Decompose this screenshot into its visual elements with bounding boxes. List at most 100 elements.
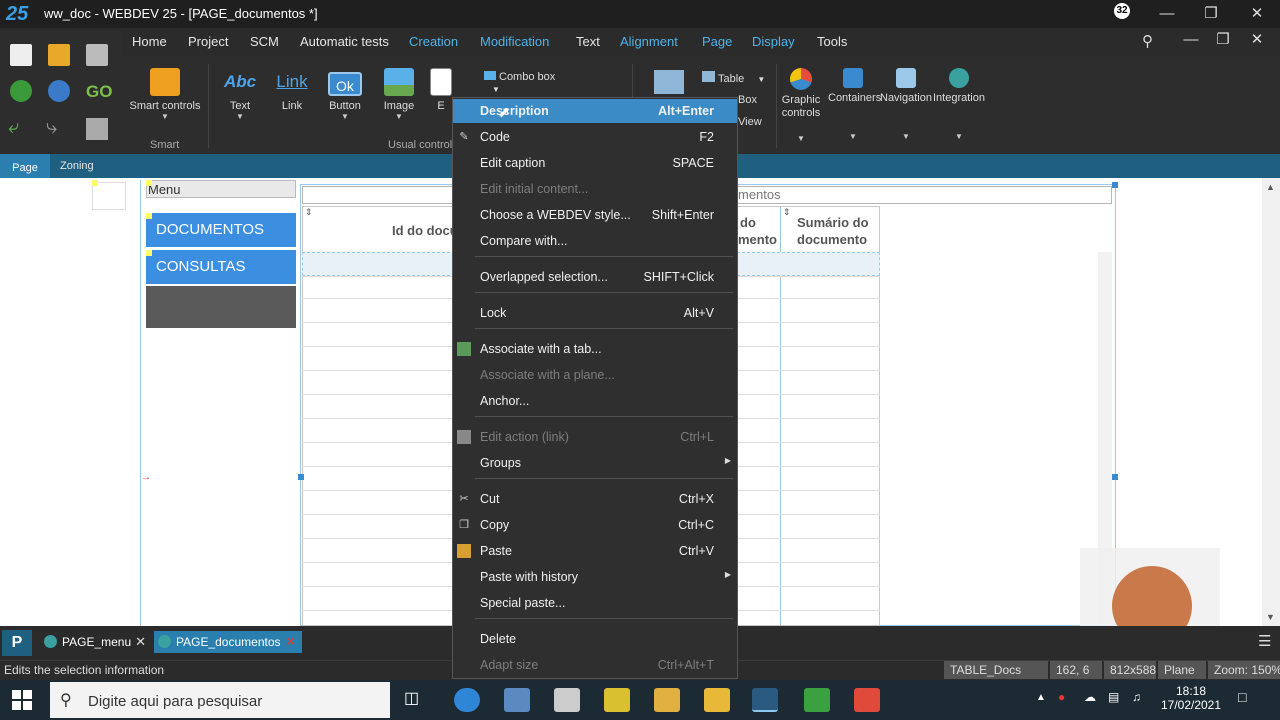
- menu-option-documentos[interactable]: DOCUMENTOS: [146, 213, 296, 247]
- ribbon-close-icon[interactable]: ✕: [1242, 30, 1272, 50]
- tray-network-icon[interactable]: ▤: [1108, 690, 1119, 704]
- button-control-button[interactable]: Ok Button ▼: [322, 68, 368, 121]
- image-placeholder[interactable]: [92, 182, 126, 210]
- menu-creation[interactable]: Creation: [409, 34, 458, 49]
- task-view-icon[interactable]: ◫: [404, 688, 430, 712]
- tray-cloud-icon[interactable]: ☁: [1084, 690, 1096, 704]
- redo-icon[interactable]: ⤷: [46, 116, 57, 139]
- minimize-window-icon[interactable]: —: [1152, 4, 1182, 24]
- green-app-icon[interactable]: [804, 688, 830, 712]
- notification-badge[interactable]: 32: [1114, 3, 1130, 19]
- windows-start-icon[interactable]: [12, 690, 32, 710]
- menu-control-header[interactable]: Menu: [146, 180, 296, 198]
- open-folder-icon[interactable]: [48, 44, 70, 66]
- text-control-button[interactable]: Abc Text ▼: [218, 68, 262, 121]
- ctx-edit-initial-content[interactable]: Edit initial content...: [453, 177, 737, 201]
- undo-icon[interactable]: ⤶: [8, 116, 19, 139]
- table-button[interactable]: Table ▼: [702, 71, 765, 85]
- link-control-button[interactable]: Link Link: [270, 68, 314, 112]
- go-icon[interactable]: GO: [86, 82, 112, 102]
- ctx-groups[interactable]: Groups ▶: [453, 451, 737, 475]
- ctx-overlapped-selection[interactable]: Overlapped selection... SHIFT+Click: [453, 265, 737, 289]
- menu-display[interactable]: Display: [752, 34, 795, 49]
- menu-project[interactable]: Project: [188, 34, 228, 49]
- tab-zoning[interactable]: Zoning: [60, 160, 94, 172]
- combo-box-button[interactable]: Combo box ▼: [484, 71, 574, 94]
- project-icon[interactable]: [10, 80, 32, 102]
- image-control-button[interactable]: Image ▼: [376, 68, 422, 121]
- smart-controls-button[interactable]: Smart controls ▼: [128, 68, 202, 121]
- column-header-id[interactable]: Id do docu: [392, 222, 458, 239]
- red-app-icon[interactable]: [854, 688, 880, 712]
- graphic-controls-button[interactable]: Graphic controls ▼: [778, 68, 824, 143]
- menu-automatic-tests[interactable]: Automatic tests: [300, 34, 389, 49]
- search-icon[interactable]: ⚲: [1142, 32, 1153, 50]
- doc-tab-page-documentos[interactable]: PAGE_documentos ✕: [154, 631, 302, 653]
- go-site-icon[interactable]: [48, 80, 70, 102]
- ctx-delete[interactable]: Delete: [453, 627, 737, 651]
- navigation-button[interactable]: Navigation ▼: [880, 68, 932, 141]
- doc-tab-page-menu[interactable]: PAGE_menu ✕: [40, 631, 152, 653]
- ctx-lock[interactable]: Lock Alt+V: [453, 301, 737, 325]
- containers-button[interactable]: Containers ▼: [828, 68, 881, 141]
- ctx-edit-caption[interactable]: Edit caption SPACE: [453, 151, 737, 175]
- tray-volume-icon[interactable]: ♫: [1132, 690, 1141, 704]
- taskbar-clock[interactable]: 18:18 17/02/2021: [1160, 684, 1222, 712]
- menu-scm[interactable]: SCM: [250, 34, 279, 49]
- resize-handle[interactable]: [1112, 182, 1118, 188]
- column-header-summary-1[interactable]: Sumário do: [797, 214, 869, 231]
- ctx-paste-with-history[interactable]: Paste with history ▶: [453, 565, 737, 589]
- view-button[interactable]: View: [738, 116, 762, 128]
- restore-window-icon[interactable]: ❐: [1196, 4, 1226, 24]
- ctx-code[interactable]: ✎ Code F2: [453, 125, 737, 149]
- box-button[interactable]: Box: [738, 94, 757, 106]
- ctx-special-paste[interactable]: Special paste...: [453, 591, 737, 615]
- menu-alignment[interactable]: Alignment: [620, 34, 678, 49]
- notification-center-icon[interactable]: □: [1238, 689, 1246, 705]
- column-header-summary-2[interactable]: documento: [797, 231, 867, 248]
- column-header-partial-2[interactable]: mento: [738, 231, 777, 248]
- new-file-icon[interactable]: [10, 44, 32, 66]
- app-icon[interactable]: [554, 688, 580, 712]
- menu-home[interactable]: Home: [132, 34, 167, 49]
- close-tab-icon[interactable]: ✕: [285, 631, 296, 653]
- scroll-up-icon[interactable]: ▲: [1266, 182, 1275, 192]
- ctx-compare-with[interactable]: Compare with...: [453, 229, 737, 253]
- move-handle-icon[interactable]: ⇕: [305, 207, 313, 218]
- edge-browser-icon[interactable]: [454, 688, 480, 712]
- resize-handle[interactable]: [1112, 474, 1118, 480]
- ctx-choose-style[interactable]: Choose a WEBDEV style... Shift+Enter: [453, 203, 737, 227]
- ctx-cut[interactable]: ✂ Cut Ctrl+X: [453, 487, 737, 511]
- move-handle-icon[interactable]: ⇕: [783, 207, 791, 218]
- ctx-associate-tab[interactable]: Associate with a tab...: [453, 337, 737, 361]
- ctx-edit-action[interactable]: Edit action (link) Ctrl+L: [453, 425, 737, 449]
- webdev-app-icon[interactable]: [654, 688, 680, 712]
- ribbon-restore-icon[interactable]: ❐: [1208, 30, 1238, 50]
- hamburger-menu-icon[interactable]: ☰: [1258, 632, 1271, 650]
- project-explorer-icon[interactable]: P: [2, 630, 32, 656]
- ctx-anchor[interactable]: Anchor...: [453, 389, 737, 413]
- save-icon[interactable]: [86, 44, 108, 66]
- ctx-description[interactable]: Description Alt+Enter: [453, 99, 737, 123]
- scroll-down-icon[interactable]: ▼: [1266, 612, 1275, 622]
- grid-icon[interactable]: [86, 118, 108, 140]
- editor-vertical-scrollbar[interactable]: ▲ ▼: [1262, 178, 1280, 626]
- ctx-copy[interactable]: ❐ Copy Ctrl+C: [453, 513, 737, 537]
- menu-page[interactable]: Page: [702, 34, 732, 49]
- resize-handle[interactable]: [298, 474, 304, 480]
- looper-icon[interactable]: [654, 70, 684, 94]
- close-window-icon[interactable]: ✕: [1242, 4, 1272, 24]
- edit-control-button[interactable]: E: [430, 68, 452, 112]
- integration-button[interactable]: Integration ▼: [932, 68, 986, 141]
- tab-page[interactable]: Page: [0, 154, 50, 178]
- status-zoom[interactable]: Zoom: 150%: [1208, 661, 1280, 679]
- ctx-associate-plane[interactable]: Associate with a plane...: [453, 363, 737, 387]
- ribbon-minimize-icon[interactable]: —: [1176, 30, 1206, 50]
- database-icon[interactable]: [504, 688, 530, 712]
- ctx-adapt-size[interactable]: Adapt size Ctrl+Alt+T: [453, 653, 737, 677]
- menu-tools[interactable]: Tools: [817, 34, 847, 49]
- close-tab-icon[interactable]: ✕: [135, 631, 146, 653]
- column-header-partial-1[interactable]: do: [740, 214, 756, 231]
- menu-modification[interactable]: Modification: [480, 34, 549, 49]
- menu-option-consultas[interactable]: CONSULTAS: [146, 250, 296, 284]
